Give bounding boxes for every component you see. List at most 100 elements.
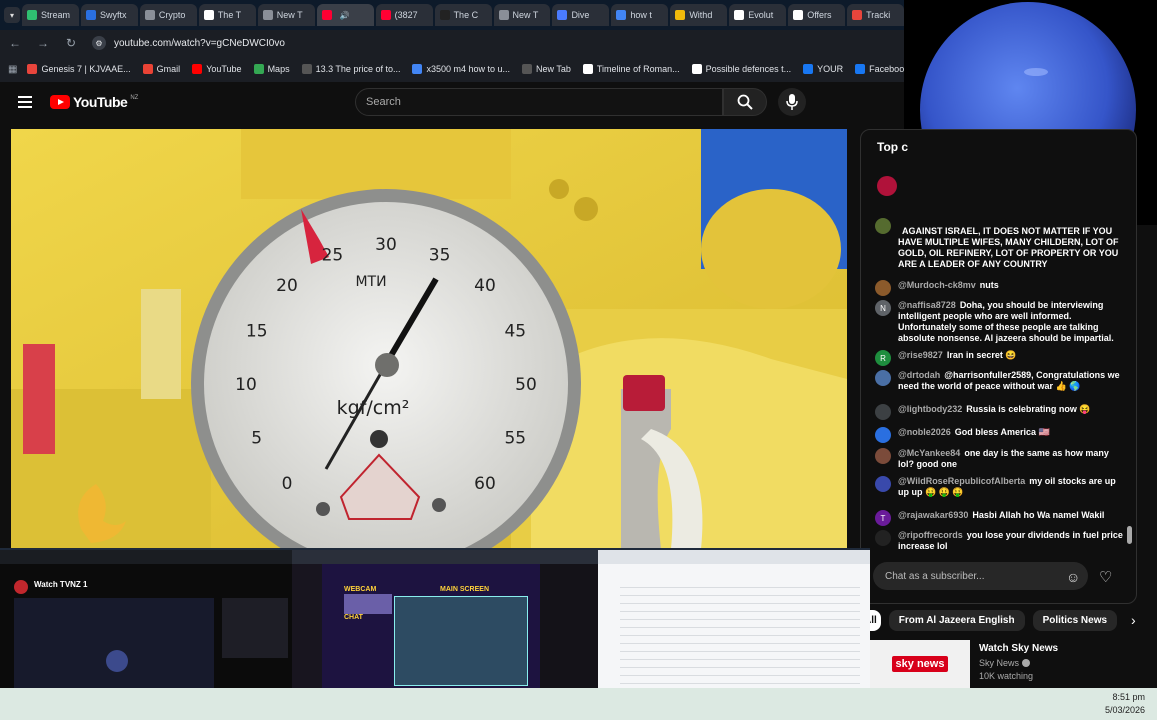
bookmark-favicon-icon	[142, 64, 153, 74]
bookmark-item[interactable]: 13.3 The price of to...	[301, 64, 400, 74]
chat-avatar[interactable]	[875, 218, 891, 234]
bookmark-item[interactable]: Facebook green	[855, 64, 904, 74]
chat-message[interactable]: N @naffisa8728 Doha, you should be intervi…	[875, 300, 1125, 344]
chat-message[interactable]: @lightbody232 Russia is celebrating now 😝	[875, 404, 1125, 420]
gauge-tick-label: 5	[251, 429, 262, 449]
browser-tab[interactable]: 🔊	[316, 4, 374, 26]
chat-author[interactable]: @McYankee84	[898, 448, 960, 458]
chat-author[interactable]: @rajawakar6930	[898, 510, 968, 520]
chat-scrollbar[interactable]	[1127, 526, 1132, 544]
bookmark-item[interactable]: Possible defences t...	[691, 64, 791, 74]
bookmark-item[interactable]: Genesis 7 | KJVAAE...	[27, 64, 131, 74]
chat-message[interactable]: AGAINST ISRAEL, IT DOES NOT MATTER IF YO…	[875, 226, 1125, 270]
tab-favicon-icon	[498, 10, 509, 20]
tab-favicon-icon	[793, 10, 804, 20]
gauge-tick-label: 15	[246, 321, 268, 341]
apps-grid-icon[interactable]: ▦	[8, 64, 17, 75]
chat-message[interactable]: @ripoffrecords you lose your dividends in…	[875, 530, 1125, 552]
chevron-right-icon[interactable]: ›	[1131, 612, 1136, 628]
chat-avatar[interactable]	[875, 530, 891, 546]
chip-al-jazeera[interactable]: From Al Jazeera English	[888, 609, 1025, 631]
reload-icon[interactable]: ↻	[64, 36, 78, 50]
bookmark-item[interactable]: YouTube	[192, 64, 242, 74]
chat-message[interactable]: @noble2026 God bless America 🇺🇸	[875, 427, 1125, 443]
chat-avatar[interactable]: T	[875, 510, 891, 526]
bookmark-item[interactable]: YOUR	[803, 64, 843, 74]
emoji-icon[interactable]: ☺	[1066, 569, 1080, 585]
bookmark-item[interactable]: New Tab	[522, 64, 571, 74]
site-info-icon[interactable]: ⚙	[92, 36, 106, 50]
bookmark-label: New Tab	[536, 64, 571, 74]
chat-author[interactable]: @WildRoseRepublicofAlberta	[898, 476, 1025, 486]
browser-tab[interactable]: (3827	[375, 4, 433, 26]
chat-input-placeholder: Chat as a subscriber...	[885, 570, 985, 582]
chat-message[interactable]: T @rajawakar6930 Hasbi Allah ho Wa namel W…	[875, 510, 1125, 526]
pinned-channel-avatar[interactable]	[877, 176, 897, 196]
browser-tab[interactable]: Withd	[670, 4, 728, 26]
browser-tab[interactable]: Stream	[22, 4, 79, 26]
chat-author[interactable]: @noble2026	[898, 427, 951, 437]
chat-avatar[interactable]: N	[875, 300, 891, 316]
chat-message[interactable]: R @rise9827 Iran in secret 😆	[875, 350, 1125, 366]
tab-label: Withd	[689, 10, 713, 20]
search-input[interactable]: Search	[355, 88, 723, 116]
browser-tab[interactable]: Dive	[552, 4, 610, 26]
browser-tab[interactable]: The C	[434, 4, 492, 26]
tab-search-button[interactable]: ▾	[4, 7, 20, 23]
chat-title: Top c	[877, 140, 909, 154]
bookmark-item[interactable]: Maps	[253, 64, 290, 74]
bookmark-favicon-icon	[253, 64, 264, 74]
browser-tab[interactable]: New T	[257, 4, 315, 26]
os-taskbar: 8:51 pm 5/03/2026	[0, 688, 1157, 720]
chat-message[interactable]: @Murdoch-ck8mv nuts	[875, 280, 1125, 296]
video-player[interactable]: 0 5 10 15 20 25 30 35 40 45 50 55 60 МТИ kgf/cm²	[11, 129, 847, 549]
url-field[interactable]: ⚙ youtube.com/watch?v=gCNeDWCI0vo	[92, 36, 285, 50]
bookmark-label: Timeline of Roman...	[596, 64, 680, 74]
chat-avatar[interactable]	[875, 427, 891, 443]
bookmark-favicon-icon	[301, 64, 312, 74]
chat-author[interactable]: @Murdoch-ck8mv	[898, 280, 976, 290]
chat-message[interactable]: @WildRoseRepublicofAlberta my oil stocks …	[875, 476, 1125, 498]
browser-tab[interactable]: Offers	[788, 4, 846, 26]
heart-icon[interactable]: ♡	[1099, 568, 1112, 586]
chat-author[interactable]: @ripoffrecords	[898, 530, 963, 540]
bookmark-item[interactable]: Gmail	[142, 64, 180, 74]
chat-avatar[interactable]: R	[875, 350, 891, 366]
chat-avatar[interactable]	[875, 476, 891, 492]
voice-search-button[interactable]	[778, 88, 806, 116]
bookmark-item[interactable]: x3500 m4 how to u...	[412, 64, 510, 74]
browser-tab[interactable]: Tracki	[847, 4, 904, 26]
chat-author[interactable]: @lightbody232	[898, 404, 962, 414]
bookmark-item[interactable]: Timeline of Roman...	[582, 64, 680, 74]
chat-author[interactable]: @naffisa8728	[898, 300, 956, 310]
browser-tab[interactable]: how t	[611, 4, 669, 26]
tab-favicon-icon	[734, 10, 745, 20]
clock[interactable]: 8:51 pm 5/03/2026	[1105, 691, 1145, 717]
chat-message[interactable]: @drtodah @harrisonfuller2589, Congratulat…	[875, 370, 1125, 392]
hamburger-menu-icon[interactable]	[18, 96, 32, 108]
search-icon	[737, 94, 753, 110]
forward-icon[interactable]: →	[36, 36, 50, 50]
browser-tab[interactable]: Swyftx	[80, 4, 138, 26]
browser-tab[interactable]: The T	[198, 4, 256, 26]
bookmark-favicon-icon	[522, 64, 533, 74]
play-icon[interactable]	[106, 650, 128, 672]
chat-avatar[interactable]	[875, 404, 891, 420]
chat-author[interactable]: @drtodah	[898, 370, 940, 380]
recommended-video[interactable]: sky news Watch Sky News Sky News 10K wat…	[870, 640, 1157, 688]
chat-avatar[interactable]	[875, 448, 891, 464]
chat-message[interactable]: @McYankee84 one day is the same as how ma…	[875, 448, 1125, 470]
chat-input[interactable]: Chat as a subscriber...	[873, 562, 1088, 590]
youtube-logo-text: YouTube	[73, 94, 128, 110]
audio-playing-icon[interactable]: 🔊	[340, 11, 350, 20]
youtube-logo[interactable]: YouTube NZ	[50, 94, 138, 110]
chat-author[interactable]: @rise9827	[898, 350, 943, 360]
browser-tab[interactable]: Crypto	[139, 4, 197, 26]
chat-avatar[interactable]	[875, 370, 891, 386]
search-button[interactable]	[723, 88, 767, 116]
browser-tab[interactable]: New T	[493, 4, 551, 26]
browser-tab[interactable]: Evolut	[729, 4, 787, 26]
chat-avatar[interactable]	[875, 280, 891, 296]
back-icon[interactable]: ←	[8, 36, 22, 50]
chip-politics[interactable]: Politics News	[1032, 609, 1118, 631]
